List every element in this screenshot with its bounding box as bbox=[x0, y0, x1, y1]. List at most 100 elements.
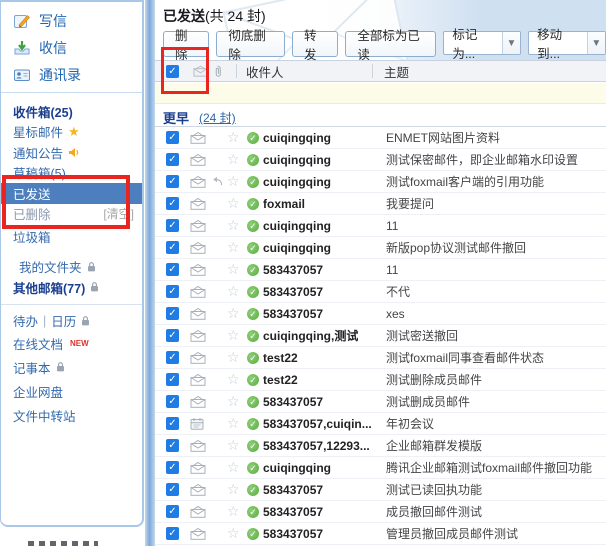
mail-row[interactable]: ✓ ☆ ✓ 583437057 管理员撤回成员邮件测试 bbox=[155, 523, 606, 545]
sidebar-item-other-mailboxes[interactable]: 其他邮箱(77) bbox=[1, 277, 142, 298]
star-toggle-icon[interactable]: ☆ bbox=[227, 525, 240, 542]
compose-button[interactable]: 写信 bbox=[13, 7, 142, 34]
page-title-folder: 已发送 bbox=[163, 8, 205, 24]
mail-row[interactable]: ✓ ☆ ✓ 583437057 xes bbox=[155, 303, 606, 325]
sidebar-item-inbox[interactable]: 收件箱(25) bbox=[1, 101, 142, 122]
select-all-checkbox[interactable]: ✓ bbox=[166, 65, 179, 78]
mail-row[interactable]: ✓ ☆ ✓ cuiqingqing ENMET网站图片资料 bbox=[155, 127, 606, 149]
recipient: 583437057 bbox=[263, 307, 323, 321]
row-checkbox[interactable]: ✓ bbox=[166, 439, 179, 452]
sidebar-item-spam[interactable]: 垃圾箱 bbox=[1, 226, 142, 247]
mail-row[interactable]: ✓ ☆ ✓ 583437057,12293... 企业邮箱群发模版 bbox=[155, 435, 606, 457]
row-checkbox[interactable]: ✓ bbox=[166, 373, 179, 386]
delete-forever-button[interactable]: 彻底删除 bbox=[216, 31, 285, 57]
calendar-link[interactable]: 日历 bbox=[51, 311, 76, 330]
row-checkbox[interactable]: ✓ bbox=[166, 483, 179, 496]
star-toggle-icon[interactable]: ☆ bbox=[227, 195, 240, 212]
mail-row[interactable]: ✓ ☆ ✓ cuiqingqing 11 bbox=[155, 215, 606, 237]
row-checkbox[interactable]: ✓ bbox=[166, 417, 179, 430]
star-toggle-icon[interactable]: ☆ bbox=[227, 437, 240, 454]
star-toggle-icon[interactable]: ☆ bbox=[227, 151, 240, 168]
sidebar-item-sent[interactable]: 已发送 bbox=[1, 183, 142, 204]
star-toggle-icon[interactable]: ☆ bbox=[227, 261, 240, 278]
mail-row[interactable]: ✓ ☆ ✓ test22 测试删除成员邮件 bbox=[155, 369, 606, 391]
read-mail-icon bbox=[190, 523, 206, 544]
mail-row[interactable]: ✓ ☆ ✓ 583437057,cuiqin... 年初会议 bbox=[155, 413, 606, 435]
star-toggle-icon[interactable]: ☆ bbox=[227, 371, 240, 388]
star-toggle-icon[interactable]: ☆ bbox=[227, 393, 240, 410]
empty-trash-link[interactable]: [清空] bbox=[103, 205, 142, 222]
todo-link[interactable]: 待办 bbox=[13, 311, 38, 330]
mail-row[interactable]: ✓ ☆ ✓ 583437057 11 bbox=[155, 259, 606, 281]
star-toggle-icon[interactable]: ☆ bbox=[227, 129, 240, 146]
star-toggle-icon[interactable]: ☆ bbox=[227, 283, 240, 300]
star-toggle-icon[interactable]: ☆ bbox=[227, 415, 240, 432]
mark-all-read-button[interactable]: 全部标为已读 bbox=[345, 31, 436, 57]
group-count-link[interactable]: (24 封) bbox=[199, 109, 236, 126]
row-checkbox[interactable]: ✓ bbox=[166, 395, 179, 408]
sidebar-item-netdisk[interactable]: 企业网盘 bbox=[1, 379, 142, 403]
row-checkbox[interactable]: ✓ bbox=[166, 329, 179, 342]
subject: 企业邮箱群发模版 bbox=[386, 437, 482, 454]
star-toggle-icon[interactable]: ☆ bbox=[227, 173, 240, 190]
sidebar-item-starred[interactable]: 星标邮件 ★ bbox=[1, 122, 142, 143]
row-checkbox[interactable]: ✓ bbox=[166, 219, 179, 232]
row-checkbox[interactable]: ✓ bbox=[166, 461, 179, 474]
mail-row[interactable]: ✓ ☆ ✓ 583437057 不代 bbox=[155, 281, 606, 303]
recipient-column-header[interactable]: 收件人 bbox=[246, 61, 284, 82]
column-divider bbox=[372, 64, 373, 78]
my-folders-label: 我的文件夹 bbox=[19, 257, 82, 276]
star-toggle-icon[interactable]: ☆ bbox=[227, 239, 240, 256]
row-checkbox[interactable]: ✓ bbox=[166, 241, 179, 254]
mail-row[interactable]: ✓ ☆ ✓ 583437057 测试已读回执功能 bbox=[155, 479, 606, 501]
row-checkbox[interactable]: ✓ bbox=[166, 505, 179, 518]
star-toggle-icon[interactable]: ☆ bbox=[227, 481, 240, 498]
splitter-bar[interactable] bbox=[145, 0, 155, 546]
star-toggle-icon[interactable]: ☆ bbox=[227, 327, 240, 344]
sidebar-item-my-folders[interactable]: 我的文件夹 bbox=[1, 257, 142, 278]
star-toggle-icon[interactable]: ☆ bbox=[227, 459, 240, 476]
attachment-column-icon[interactable] bbox=[213, 61, 222, 81]
mail-row[interactable]: ✓ ☆ ✓ cuiqingqing,测试 测试密送撤回 bbox=[155, 325, 606, 347]
contacts-button[interactable]: 通讯录 bbox=[13, 61, 142, 88]
row-checkbox[interactable]: ✓ bbox=[166, 263, 179, 276]
row-checkbox[interactable]: ✓ bbox=[166, 197, 179, 210]
other-mailboxes-label: 其他邮箱(77) bbox=[13, 278, 85, 297]
delete-button[interactable]: 删除 bbox=[163, 31, 209, 57]
move-to-dropdown[interactable]: 移动到... ▼ bbox=[528, 31, 606, 55]
sidebar-item-file-transfer[interactable]: 文件中转站 bbox=[1, 403, 142, 427]
recipient-status-icon: ✓ bbox=[247, 484, 259, 496]
sidebar-item-todo-calendar[interactable]: 待办 | 日历 bbox=[1, 311, 142, 332]
star-toggle-icon[interactable]: ☆ bbox=[227, 217, 240, 234]
sidebar-item-online-docs[interactable]: 在线文档 NEW bbox=[1, 331, 142, 355]
read-mail-icon bbox=[190, 193, 206, 214]
mail-row[interactable]: ✓ ☆ ✓ 583437057 测试删成员邮件 bbox=[155, 391, 606, 413]
forward-button[interactable]: 转发 bbox=[292, 31, 338, 57]
sidebar-item-notes[interactable]: 记事本 bbox=[1, 355, 142, 379]
star-toggle-icon[interactable]: ☆ bbox=[227, 305, 240, 322]
mail-row[interactable]: ✓ ☆ ✓ foxmail 我要提问 bbox=[155, 193, 606, 215]
sidebar-item-drafts[interactable]: 草稿箱(5) bbox=[1, 163, 142, 184]
subject-column-header[interactable]: 主题 bbox=[384, 61, 409, 82]
read-status-column-icon[interactable] bbox=[193, 61, 208, 81]
row-checkbox[interactable]: ✓ bbox=[166, 131, 179, 144]
row-checkbox[interactable]: ✓ bbox=[166, 153, 179, 166]
star-toggle-icon[interactable]: ☆ bbox=[227, 349, 240, 366]
mail-row[interactable]: ✓ ☆ ✓ cuiqingqing 测试保密邮件，即企业邮箱水印设置 bbox=[155, 149, 606, 171]
mail-row[interactable]: ✓ ☆ ✓ cuiqingqing 腾讯企业邮箱测试foxmail邮件撤回功能 bbox=[155, 457, 606, 479]
mail-row[interactable]: ✓ ☆ ✓ 583437057 成员撤回邮件测试 bbox=[155, 501, 606, 523]
sidebar-item-deleted[interactable]: 已删除 [清空] bbox=[1, 204, 142, 225]
recipient: cuiqingqing bbox=[263, 241, 331, 255]
row-checkbox[interactable]: ✓ bbox=[166, 175, 179, 188]
mail-row[interactable]: ✓ ☆ ✓ cuiqingqing 测试foxmail客户端的引用功能 bbox=[155, 171, 606, 193]
row-checkbox[interactable]: ✓ bbox=[166, 285, 179, 298]
star-toggle-icon[interactable]: ☆ bbox=[227, 503, 240, 520]
row-checkbox[interactable]: ✓ bbox=[166, 351, 179, 364]
receive-mail-button[interactable]: 收信 bbox=[13, 34, 142, 61]
row-checkbox[interactable]: ✓ bbox=[166, 527, 179, 540]
sidebar-item-announcements[interactable]: 通知公告 bbox=[1, 142, 142, 163]
mail-row[interactable]: ✓ ☆ ✓ test22 测试foxmail同事查看邮件状态 bbox=[155, 347, 606, 369]
mail-row[interactable]: ✓ ☆ ✓ cuiqingqing 新版pop协议测试邮件撤回 bbox=[155, 237, 606, 259]
mark-as-dropdown[interactable]: 标记为... ▼ bbox=[443, 31, 521, 55]
row-checkbox[interactable]: ✓ bbox=[166, 307, 179, 320]
